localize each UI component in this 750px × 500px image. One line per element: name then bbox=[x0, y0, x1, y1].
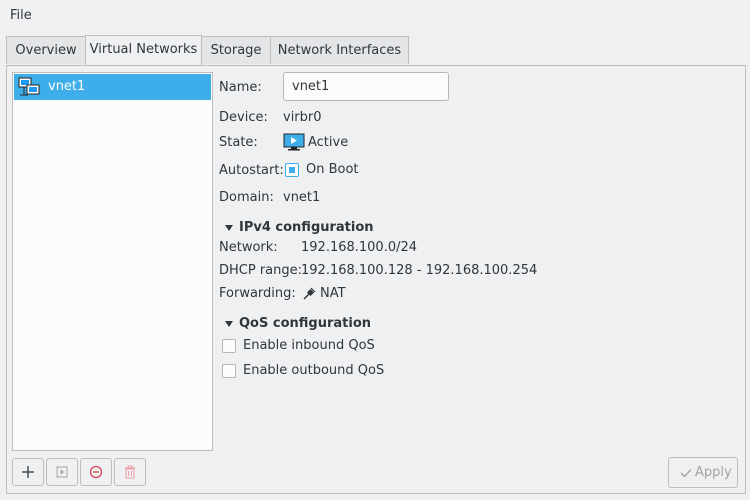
apply-label: Apply bbox=[695, 465, 732, 480]
forwarding-value: NAT bbox=[320, 286, 346, 301]
apply-button[interactable]: Apply bbox=[668, 457, 738, 488]
autostart-checkbox[interactable] bbox=[285, 163, 299, 177]
network-name: vnet1 bbox=[48, 79, 86, 94]
tab-virtual-networks[interactable]: Virtual Networks bbox=[85, 35, 202, 66]
trash-icon bbox=[125, 465, 135, 479]
dhcp-label: DHCP range: bbox=[219, 263, 303, 278]
monitor-play-icon[interactable] bbox=[283, 133, 305, 151]
menu-file[interactable]: File bbox=[10, 8, 32, 23]
tab-network-interfaces[interactable]: Network Interfaces bbox=[270, 36, 409, 64]
list-item[interactable]: vnet1 bbox=[14, 74, 211, 100]
menubar: File bbox=[0, 0, 750, 32]
name-field[interactable] bbox=[283, 72, 449, 101]
network-value: 192.168.100.0/24 bbox=[301, 240, 418, 255]
stop-icon bbox=[89, 465, 103, 479]
add-network-button[interactable] bbox=[12, 458, 44, 486]
plug-icon bbox=[302, 287, 316, 301]
play-icon bbox=[56, 466, 68, 478]
checkmark-icon bbox=[680, 469, 692, 478]
qos-heading[interactable]: QoS configuration bbox=[239, 316, 371, 331]
autostart-value: On Boot bbox=[306, 162, 359, 177]
name-label: Name: bbox=[219, 80, 262, 95]
domain-value: vnet1 bbox=[283, 190, 321, 205]
collapse-arrow-icon[interactable] bbox=[225, 321, 233, 327]
collapse-arrow-icon[interactable] bbox=[225, 225, 233, 231]
plus-icon bbox=[22, 466, 34, 478]
network-icon bbox=[18, 77, 42, 97]
outbound-qos-label[interactable]: Enable outbound QoS bbox=[243, 363, 384, 378]
autostart-label: Autostart: bbox=[219, 163, 284, 178]
ipv4-heading[interactable]: IPv4 configuration bbox=[239, 220, 374, 235]
tab-overview[interactable]: Overview bbox=[6, 36, 86, 64]
forwarding-label: Forwarding: bbox=[219, 286, 296, 301]
dhcp-value: 192.168.100.128 - 192.168.100.254 bbox=[301, 263, 538, 278]
network-list[interactable]: vnet1 bbox=[12, 72, 213, 451]
domain-label: Domain: bbox=[219, 190, 274, 205]
start-network-button[interactable] bbox=[46, 458, 78, 486]
tab-storage[interactable]: Storage bbox=[201, 36, 271, 64]
network-label: Network: bbox=[219, 240, 278, 255]
state-value: Active bbox=[308, 135, 349, 150]
outbound-qos-checkbox[interactable] bbox=[222, 364, 236, 378]
device-label: Device: bbox=[219, 110, 268, 125]
state-label: State: bbox=[219, 135, 258, 150]
device-value: virbr0 bbox=[283, 110, 322, 125]
delete-network-button[interactable] bbox=[114, 458, 146, 486]
stop-network-button[interactable] bbox=[80, 458, 112, 486]
inbound-qos-label[interactable]: Enable inbound QoS bbox=[243, 338, 375, 353]
tab-bar: Overview Virtual Networks Storage Networ… bbox=[6, 35, 746, 66]
name-input[interactable] bbox=[292, 74, 442, 99]
inbound-qos-checkbox[interactable] bbox=[222, 339, 236, 353]
